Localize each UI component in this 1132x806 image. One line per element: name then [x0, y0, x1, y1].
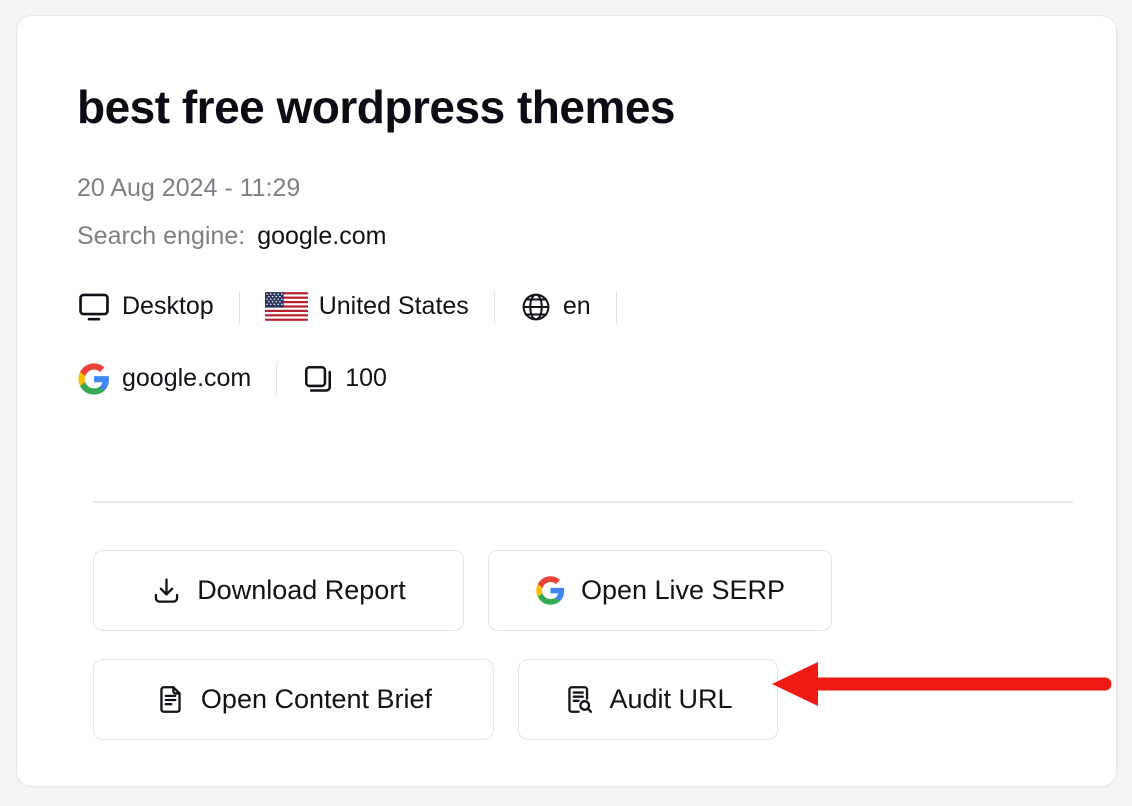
open-content-brief-button[interactable]: Open Content Brief: [93, 659, 494, 740]
search-engine-value: google.com: [257, 221, 387, 250]
meta-domain-label: google.com: [122, 364, 252, 393]
meta-row-domain: google.com 100: [77, 356, 1072, 402]
flag-us-icon: [264, 292, 308, 321]
action-buttons-row-2: Open Content Brief Audit URL: [93, 659, 832, 740]
meta-separator: [276, 361, 278, 396]
meta-item-language: en: [520, 291, 591, 323]
meta-item-domain: google.com: [77, 362, 251, 396]
download-report-button[interactable]: Download Report: [93, 550, 464, 631]
meta-item-device: Desktop: [77, 290, 214, 324]
pages-icon: [302, 363, 334, 395]
search-engine-row: Search engine: google.com: [77, 222, 1072, 251]
action-buttons: Download Report Open Live SERP Open Cont…: [93, 550, 832, 740]
google-icon: [535, 575, 566, 606]
document-icon: [155, 684, 186, 715]
download-report-label: Download Report: [197, 575, 406, 605]
serp-report-card: best free wordpress themes 20 Aug 2024 -…: [16, 15, 1117, 787]
section-divider: [93, 501, 1073, 503]
meta-rows: Desktop United States en google.com 100: [77, 284, 1072, 402]
document-search-icon: [563, 684, 594, 715]
meta-row-device: Desktop United States en: [77, 284, 1072, 330]
screenshot-root: best free wordpress themes 20 Aug 2024 -…: [0, 0, 1132, 806]
monitor-icon: [77, 290, 111, 324]
meta-language-label: en: [562, 292, 591, 321]
globe-icon: [520, 291, 552, 323]
card-content: best free wordpress themes 20 Aug 2024 -…: [77, 82, 1072, 402]
meta-item-results-count: 100: [302, 363, 387, 395]
meta-separator-trailing: [615, 289, 617, 324]
meta-results-count: 100: [345, 364, 387, 393]
action-buttons-row-1: Download Report Open Live SERP: [93, 550, 832, 631]
meta-device-label: Desktop: [122, 292, 214, 321]
page-title: best free wordpress themes: [77, 81, 676, 133]
open-live-serp-button[interactable]: Open Live SERP: [488, 550, 832, 631]
meta-separator: [238, 289, 240, 324]
download-icon: [151, 575, 182, 606]
meta-separator: [493, 289, 495, 324]
open-content-brief-label: Open Content Brief: [200, 684, 433, 714]
search-engine-label: Search engine:: [77, 221, 246, 250]
meta-item-country: United States: [264, 292, 469, 321]
audit-url-button[interactable]: Audit URL: [518, 659, 778, 740]
open-live-serp-label: Open Live SERP: [580, 575, 786, 605]
google-icon: [77, 362, 111, 396]
meta-country-label: United States: [318, 292, 469, 321]
audit-url-label: Audit URL: [609, 684, 733, 714]
report-timestamp: 20 Aug 2024 - 11:29: [77, 173, 301, 202]
